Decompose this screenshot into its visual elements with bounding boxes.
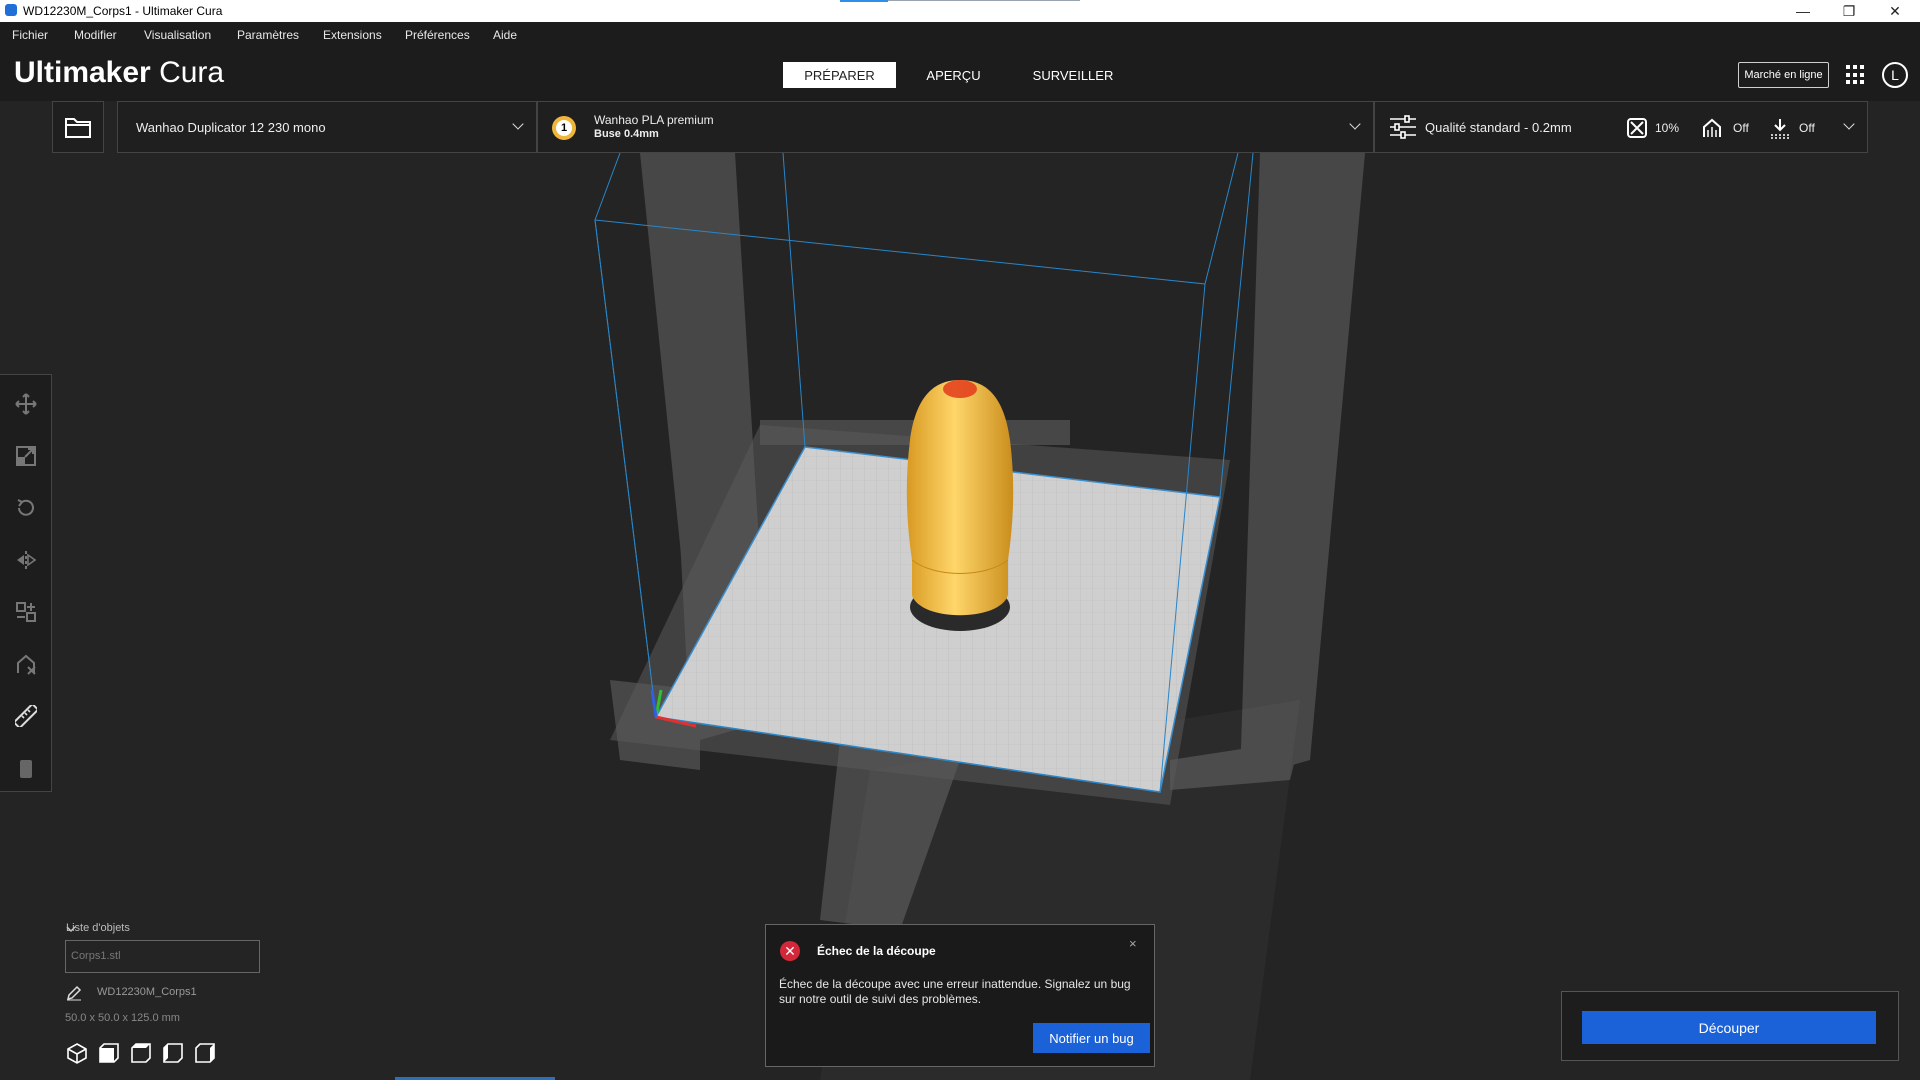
settings-sliders-icon xyxy=(1390,115,1416,139)
tool-strip xyxy=(0,374,52,792)
tab-preview[interactable]: APERÇU xyxy=(910,62,997,88)
print-settings-selector[interactable]: Qualité standard - 0.2mm 10% Off Off xyxy=(1374,101,1868,153)
scale-icon xyxy=(16,446,36,466)
menu-parametres[interactable]: Paramètres xyxy=(237,28,299,42)
scale-tool-button[interactable] xyxy=(13,443,39,469)
report-bug-button[interactable]: Notifier un bug xyxy=(1033,1023,1150,1053)
view-left-icon[interactable] xyxy=(162,1042,184,1064)
extruder-number: 1 xyxy=(556,120,572,136)
account-avatar[interactable]: L xyxy=(1882,62,1908,88)
logo-bold: Ultimaker xyxy=(14,56,151,89)
model-corps1[interactable] xyxy=(906,380,1014,616)
tab-monitor[interactable]: SURVEILLER xyxy=(1023,62,1123,88)
move-tool-button[interactable] xyxy=(13,391,39,417)
title-accent xyxy=(840,0,888,2)
per-model-settings-button[interactable] xyxy=(13,599,39,625)
rotate-icon xyxy=(17,499,34,516)
view-front-icon[interactable] xyxy=(98,1042,120,1064)
rotate-tool-button[interactable] xyxy=(13,495,39,521)
printer-selector[interactable]: Wanhao Duplicator 12 230 mono xyxy=(117,101,537,153)
extruder-badge-icon: 1 xyxy=(552,116,576,140)
slice-button[interactable]: Découper xyxy=(1582,1011,1876,1044)
edit-pencil-icon[interactable] xyxy=(66,985,82,1001)
window-title: WD12230M_Corps1 - Ultimaker Cura xyxy=(23,4,223,18)
open-file-button[interactable] xyxy=(52,101,104,153)
menu-preferences[interactable]: Préférences xyxy=(405,28,470,42)
mirror-tool-button[interactable] xyxy=(13,547,39,573)
close-button[interactable]: ✕ xyxy=(1872,0,1918,22)
maximize-button[interactable]: ❐ xyxy=(1826,0,1872,22)
view-top-icon[interactable] xyxy=(130,1042,152,1064)
minimize-button[interactable]: — xyxy=(1780,0,1826,22)
menu-extensions[interactable]: Extensions xyxy=(323,28,382,42)
settings-chevron-down-icon xyxy=(1843,118,1855,130)
support-value: Off xyxy=(1733,121,1749,135)
menu-bar: Fichier Modifier Visualisation Paramètre… xyxy=(0,22,1920,48)
menu-modifier[interactable]: Modifier xyxy=(74,28,117,42)
notification-title: Échec de la découpe xyxy=(817,944,936,958)
object-list-filter[interactable]: Corps1.stl xyxy=(65,940,260,973)
menu-aide[interactable]: Aide xyxy=(493,28,517,42)
logo-light: Cura xyxy=(159,56,225,89)
material-chevron-down-icon xyxy=(1349,118,1361,130)
support-icon xyxy=(1703,118,1721,137)
per-model-settings-icon xyxy=(16,602,36,622)
tab-prepare[interactable]: PRÉPARER xyxy=(783,62,896,88)
adhesion-value: Off xyxy=(1799,121,1815,135)
marketplace-button[interactable]: Marché en ligne xyxy=(1738,62,1829,88)
slice-error-notification: ✕ Échec de la découpe × Échec de la déco… xyxy=(765,924,1155,1067)
measure-icon xyxy=(15,705,37,727)
app-header: Ultimaker Cura PRÉPARER APERÇU SURVEILLE… xyxy=(0,48,1920,101)
adhesion-icon xyxy=(1771,119,1789,139)
support-blocker-button[interactable] xyxy=(13,651,39,677)
slice-panel: Découper xyxy=(1561,991,1899,1061)
nozzle-size: Buse 0.4mm xyxy=(594,128,659,140)
object-name: WD12230M_Corps1 xyxy=(97,986,197,998)
measure-tool-button[interactable] xyxy=(13,703,39,729)
apps-grid-icon[interactable] xyxy=(1846,65,1866,85)
material-name: Wanhao PLA premium xyxy=(594,113,714,127)
notification-close-icon[interactable]: × xyxy=(1129,936,1137,951)
menu-visualisation[interactable]: Visualisation xyxy=(144,28,211,42)
quality-profile: Qualité standard - 0.2mm xyxy=(1425,120,1572,135)
cura-app-icon xyxy=(5,4,17,16)
menu-fichier[interactable]: Fichier xyxy=(12,28,48,42)
move-icon xyxy=(15,393,37,415)
title-accent-line xyxy=(888,0,1080,1)
printer-name: Wanhao Duplicator 12 230 mono xyxy=(136,120,326,135)
object-list-title[interactable]: Liste d'objets xyxy=(66,922,130,934)
delete-button[interactable] xyxy=(13,755,39,781)
trash-icon xyxy=(20,760,32,778)
support-blocker-icon xyxy=(17,654,36,675)
mirror-icon xyxy=(17,551,37,569)
window-title-bar: WD12230M_Corps1 - Ultimaker Cura — ❐ ✕ xyxy=(0,0,1920,22)
infill-icon xyxy=(1627,118,1647,138)
object-dimensions: 50.0 x 50.0 x 125.0 mm xyxy=(65,1012,180,1024)
view-3d-icon[interactable] xyxy=(66,1042,88,1064)
error-icon: ✕ xyxy=(780,941,800,961)
notification-body: Échec de la découpe avec une erreur inat… xyxy=(779,977,1131,1006)
cura-logo: Ultimaker Cura xyxy=(14,56,224,90)
printer-chevron-down-icon xyxy=(512,118,524,130)
material-selector[interactable]: 1 Wanhao PLA premium Buse 0.4mm xyxy=(537,101,1374,153)
infill-value: 10% xyxy=(1655,121,1680,135)
folder-icon xyxy=(65,118,91,138)
view-right-icon[interactable] xyxy=(194,1042,216,1064)
